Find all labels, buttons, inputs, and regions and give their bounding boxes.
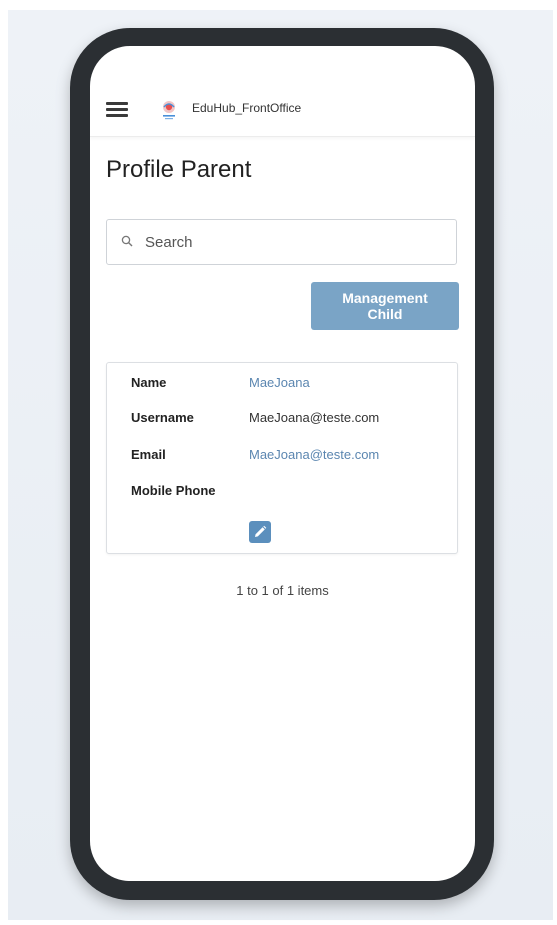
field-label: Mobile Phone [131,483,216,498]
search-icon [121,235,133,247]
page-title: Profile Parent [106,156,252,183]
profile-row-email: Email MaeJoana@teste.com [131,447,451,467]
edit-profile-button[interactable] [249,521,271,543]
app-title: EduHub_FrontOffice [192,101,302,115]
eduhub-logo-icon [163,101,175,120]
name-value-link[interactable]: MaeJoana [249,375,310,390]
profile-row-mobile-phone: Mobile Phone [131,483,451,503]
field-label: Email [131,447,166,462]
profile-card: Name MaeJoana Username MaeJoana@teste.co… [106,362,458,554]
field-label: Username [131,410,194,425]
app-header: EduHub_FrontOffice [90,86,475,137]
hamburger-menu-icon[interactable] [106,102,128,118]
field-label: Name [131,375,167,390]
pencil-icon [255,525,267,537]
search-box [106,219,457,265]
pagination-summary: 1 to 1 of 1 items [236,583,329,598]
search-input[interactable] [145,230,445,254]
profile-row-username: Username MaeJoana@teste.com [131,410,451,430]
phone-screen: EduHub_FrontOffice Profile Parent Manage… [90,46,475,881]
email-value-link[interactable]: MaeJoana@teste.com [249,447,379,462]
profile-row-name: Name MaeJoana [131,375,451,395]
username-value: MaeJoana@teste.com [249,410,380,425]
management-child-button[interactable]: Management Child [311,282,459,330]
